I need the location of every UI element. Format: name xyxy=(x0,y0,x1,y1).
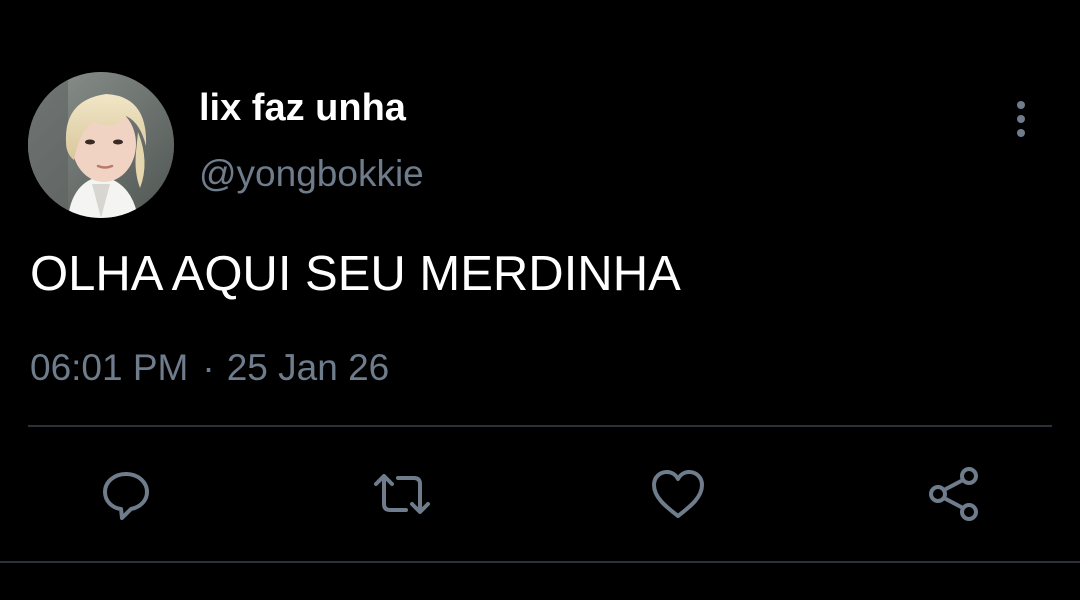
share-icon xyxy=(929,467,978,521)
tweet-text: OLHA AQUI SEU MERDINHA xyxy=(30,247,681,301)
divider-bottom xyxy=(0,561,1080,563)
tweet-card: lix faz unha @yongbokkie OLHA AQUI SEU M… xyxy=(0,0,1080,600)
tweet-timestamp: 06:01 PM · 25 Jan 26 xyxy=(30,344,389,392)
tweet-time: 06:01 PM xyxy=(30,347,189,388)
reply-button[interactable] xyxy=(94,462,158,526)
heart-icon xyxy=(652,470,704,518)
share-button[interactable] xyxy=(922,462,986,526)
retweet-button[interactable] xyxy=(370,462,434,526)
meta-separator: · xyxy=(202,347,215,388)
reply-bubble-icon xyxy=(103,472,149,520)
avatar[interactable] xyxy=(28,72,174,218)
retweet-icon xyxy=(374,474,430,514)
more-options-button[interactable] xyxy=(1000,96,1042,142)
user-handle[interactable]: @yongbokkie xyxy=(199,150,424,198)
avatar-image xyxy=(28,72,174,218)
divider xyxy=(28,425,1052,427)
tweet-date: 25 Jan 26 xyxy=(226,347,390,388)
vertical-dots-icon xyxy=(1017,101,1025,137)
display-name[interactable]: lix faz unha xyxy=(199,84,406,132)
like-button[interactable] xyxy=(646,462,710,526)
